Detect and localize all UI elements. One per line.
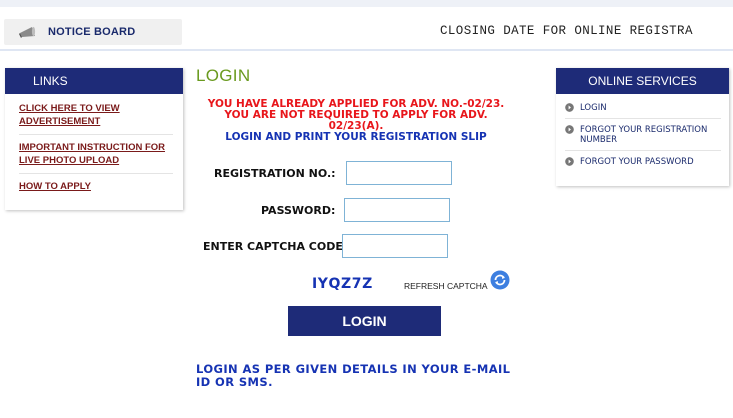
online-services-list: LOGIN FORGOT YOUR REGISTRATION NUMBER FO… — [556, 94, 729, 172]
page-title: LOGIN — [196, 66, 251, 85]
link-view-advertisement[interactable]: CLICK HERE TO VIEW ADVERTISEMENT — [19, 100, 173, 135]
service-login-label: LOGIN — [580, 103, 607, 113]
circle-arrow-icon — [565, 125, 574, 134]
service-forgot-registration[interactable]: FORGOT YOUR REGISTRATION NUMBER — [565, 123, 721, 151]
online-services-panel: ONLINE SERVICES LOGIN FORGOT YOUR REGIST… — [556, 68, 729, 186]
links-panel: LINKS CLICK HERE TO VIEW ADVERTISEMENT I… — [5, 68, 183, 210]
top-strip — [0, 0, 733, 7]
alert-instruction: LOGIN AND PRINT YOUR REGISTRATION SLIP — [225, 131, 487, 143]
registration-input[interactable] — [346, 161, 452, 185]
captcha-label: ENTER CAPTCHA CODE: — [203, 240, 348, 253]
password-input[interactable] — [344, 198, 450, 222]
notice-board-label: NOTICE BOARD — [48, 26, 136, 38]
notice-board-tab[interactable]: NOTICE BOARD — [4, 19, 182, 45]
links-list: CLICK HERE TO VIEW ADVERTISEMENT IMPORTA… — [5, 94, 183, 199]
link-how-to-apply[interactable]: HOW TO APPLY — [19, 178, 173, 199]
circle-arrow-icon — [565, 103, 574, 112]
link-photo-upload-instruction[interactable]: IMPORTANT INSTRUCTION FOR LIVE PHOTO UPL… — [19, 139, 173, 174]
captcha-code: IYQZ7Z — [312, 276, 373, 292]
notice-marquee[interactable]: CLOSING DATE FOR ONLINE REGISTRA — [440, 24, 733, 42]
circle-arrow-icon — [565, 157, 574, 166]
login-button[interactable]: LOGIN — [288, 306, 441, 336]
password-label: PASSWORD: — [261, 204, 336, 217]
captcha-input[interactable] — [342, 234, 448, 258]
megaphone-icon — [19, 26, 36, 38]
registration-label: REGISTRATION NO.: — [214, 167, 336, 180]
service-forgot-password-label: FORGOT YOUR PASSWORD — [580, 157, 694, 167]
links-heading: LINKS — [5, 68, 183, 94]
service-forgot-registration-label: FORGOT YOUR REGISTRATION NUMBER — [580, 125, 708, 145]
service-forgot-password[interactable]: FORGOT YOUR PASSWORD — [565, 155, 721, 172]
service-login[interactable]: LOGIN — [565, 101, 721, 119]
notice-bar: NOTICE BOARD CLOSING DATE FOR ONLINE REG… — [0, 13, 733, 51]
online-services-heading: ONLINE SERVICES — [556, 68, 729, 94]
refresh-captcha-label[interactable]: REFRESH CAPTCHA — [404, 281, 488, 291]
already-applied-alert: YOU HAVE ALREADY APPLIED FOR ADV. NO.-02… — [203, 99, 509, 143]
alert-message: YOU HAVE ALREADY APPLIED FOR ADV. NO.-02… — [207, 98, 505, 132]
login-hint: LOGIN AS PER GIVEN DETAILS IN YOUR E-MAI… — [196, 362, 511, 389]
refresh-icon[interactable] — [490, 270, 510, 290]
